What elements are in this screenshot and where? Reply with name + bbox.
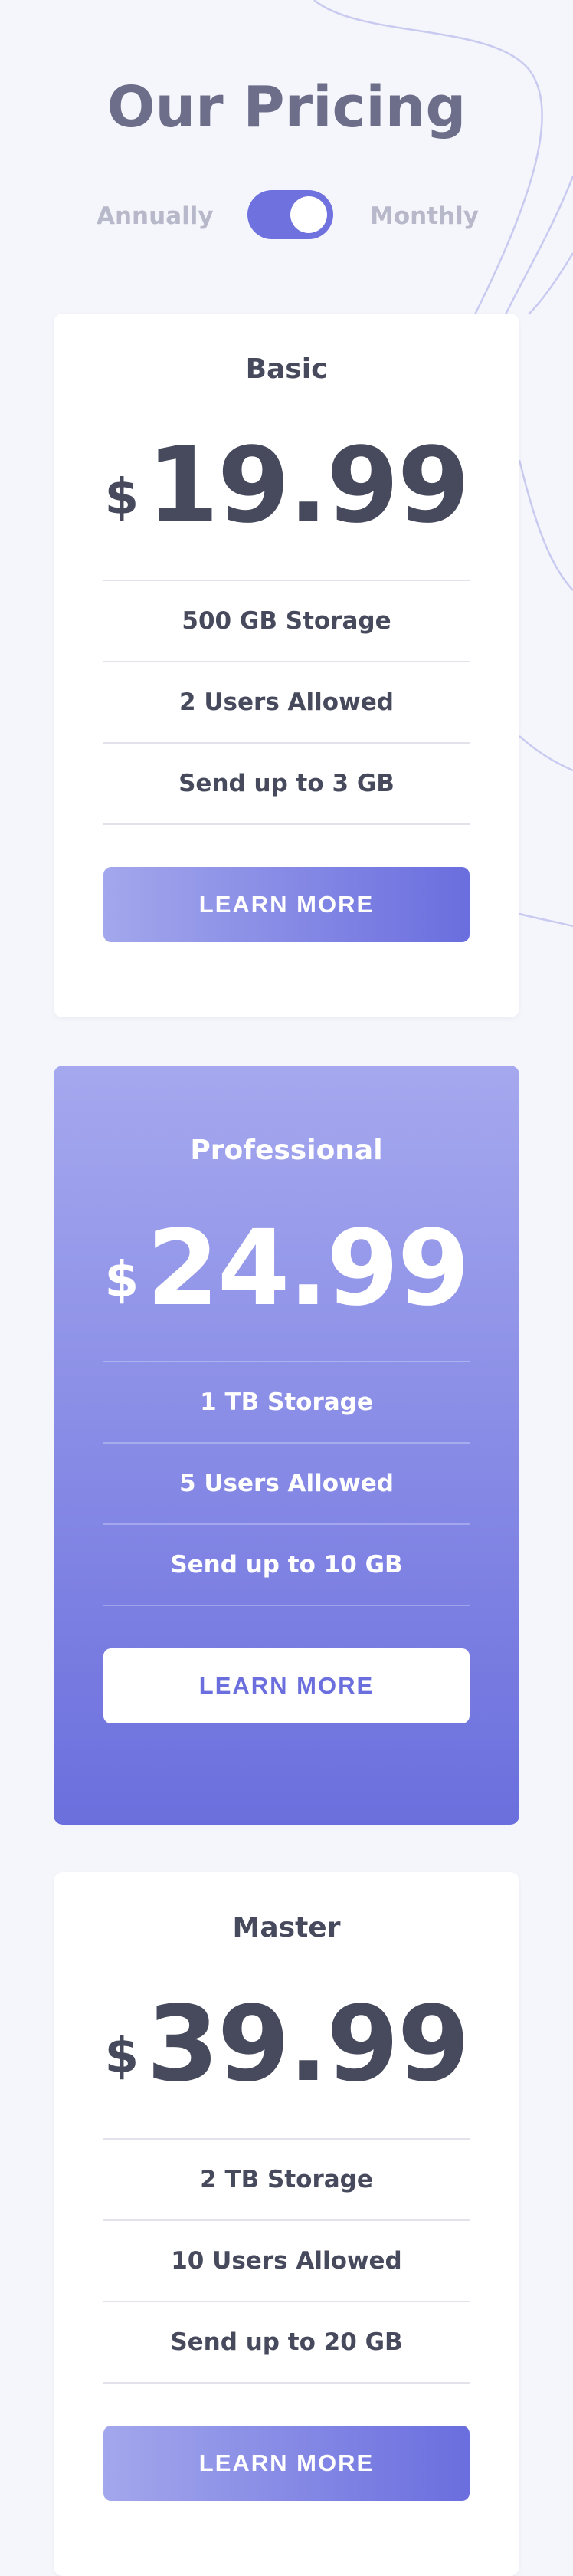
page-title: Our Pricing [106,74,467,140]
learn-more-button-professional[interactable]: LEARN MORE [103,1648,470,1723]
learn-more-button-master[interactable]: LEARN MORE [103,2426,470,2501]
feature-list: 2 TB Storage 10 Users Allowed Send up to… [103,2138,470,2384]
feature-item: Send up to 3 GB [103,744,470,825]
plan-name: Professional [190,1135,383,1166]
plan-name: Basic [245,353,328,385]
pricing-page: Our Pricing Annually Monthly Basic $19.9… [0,0,573,2576]
annually-label: Annually [97,202,214,230]
feature-item: 500 GB Storage [103,581,470,662]
plan-card-basic: Basic $19.99 500 GB Storage 2 Users Allo… [54,314,519,1017]
plan-card-professional: Professional $24.99 1 TB Storage 5 Users… [54,1066,519,1825]
plan-price: $24.99 [54,1211,519,1326]
monthly-label: Monthly [370,202,479,230]
feature-item: 2 Users Allowed [103,662,470,744]
feature-list: 1 TB Storage 5 Users Allowed Send up to … [103,1361,470,1606]
currency-symbol: $ [104,2028,139,2085]
price-amount: 39.99 [146,1984,470,2105]
plan-price: $19.99 [54,429,519,544]
feature-item: 10 Users Allowed [103,2221,470,2302]
price-amount: 24.99 [146,1208,470,1329]
switch-knob [290,196,327,233]
plan-price: $39.99 [54,1987,519,2102]
learn-more-button-basic[interactable]: LEARN MORE [103,867,470,942]
feature-item: 5 Users Allowed [103,1444,470,1525]
billing-period-switch[interactable] [247,190,333,239]
price-amount: 19.99 [146,426,470,547]
plan-card-master: Master $39.99 2 TB Storage 10 Users Allo… [54,1872,519,2576]
billing-toggle-row: Annually Monthly [0,190,573,241]
feature-item: 1 TB Storage [103,1362,470,1444]
feature-item: Send up to 20 GB [103,2302,470,2384]
currency-symbol: $ [104,469,139,526]
plan-name: Master [232,1912,341,1944]
feature-item: 2 TB Storage [103,2140,470,2221]
currency-symbol: $ [104,1252,139,1309]
feature-list: 500 GB Storage 2 Users Allowed Send up t… [103,580,470,825]
feature-item: Send up to 10 GB [103,1525,470,1606]
